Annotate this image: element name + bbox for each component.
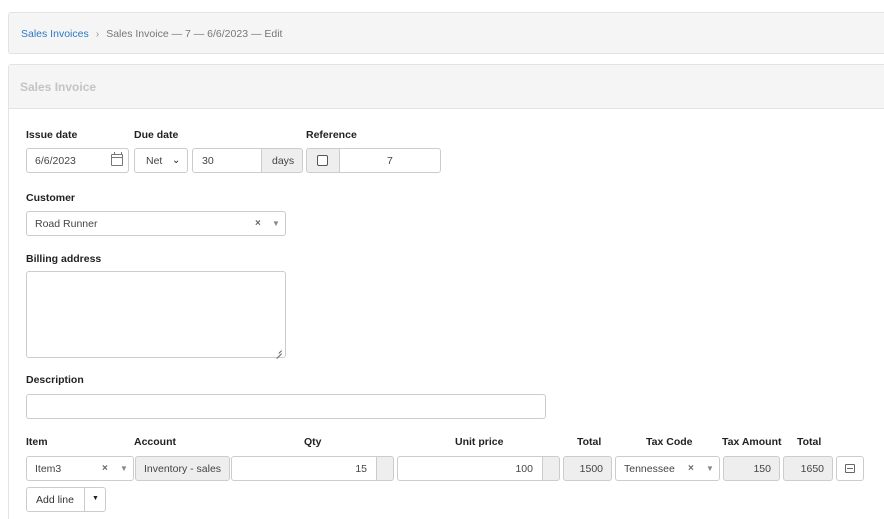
caret-down-icon: ▼ (92, 495, 99, 502)
unit-price-addon (542, 456, 560, 481)
column-header-unit-price: Unit price (455, 436, 504, 448)
breadcrumb-separator: › (95, 28, 100, 40)
add-line-label: Add line (36, 494, 74, 506)
panel-title: Sales Invoice (9, 65, 884, 109)
dropdown-arrow-icon[interactable]: ▼ (272, 219, 280, 228)
due-date-days-addon: days (261, 148, 303, 173)
issue-date-input[interactable]: 6/6/2023 (26, 148, 129, 173)
billing-address-textarea[interactable] (26, 271, 286, 358)
due-date-type-value: Net (146, 155, 163, 167)
row-details-button[interactable] (836, 456, 864, 481)
clear-icon[interactable]: × (688, 463, 694, 474)
qty-value: 15 (355, 463, 367, 475)
breadcrumb-current: Sales Invoice — 7 — 6/6/2023 — Edit (106, 28, 283, 40)
column-header-tax-code: Tax Code (646, 436, 693, 448)
calendar-icon[interactable] (111, 152, 123, 166)
due-date-label: Due date (134, 129, 179, 141)
reference-auto-checkbox[interactable] (317, 155, 328, 166)
add-line-dropdown-button[interactable]: ▼ (84, 487, 106, 512)
line-total-field: 1500 (563, 456, 612, 481)
reference-label: Reference (306, 129, 357, 141)
clear-icon[interactable]: × (102, 463, 108, 474)
tax-code-select[interactable]: Tennessee × ▼ (615, 456, 720, 481)
due-date-days-input[interactable]: 30 (192, 148, 262, 173)
tax-amount-field: 150 (723, 456, 780, 481)
column-header-grand-total: Total (797, 436, 822, 448)
dropdown-arrow-icon[interactable]: ▼ (706, 464, 714, 473)
customer-value: Road Runner (35, 218, 98, 230)
description-label: Description (26, 374, 84, 386)
reference-value: 7 (387, 155, 393, 167)
add-line-button[interactable]: Add line (26, 487, 85, 512)
qty-input[interactable]: 15 (231, 456, 377, 481)
column-header-total: Total (577, 436, 602, 448)
reference-input[interactable]: 7 (339, 148, 441, 173)
column-header-account: Account (134, 436, 176, 448)
due-date-type-select[interactable]: Net ⌄ (134, 148, 188, 173)
issue-date-value: 6/6/2023 (35, 155, 76, 167)
issue-date-label: Issue date (26, 129, 78, 141)
unit-price-value: 100 (515, 463, 533, 475)
clear-icon[interactable]: × (255, 218, 261, 229)
due-date-unit: days (272, 155, 295, 167)
column-header-qty: Qty (304, 436, 322, 448)
unit-price-input[interactable]: 100 (397, 456, 543, 481)
account-field: Inventory - sales (135, 456, 230, 481)
breadcrumb: Sales Invoices › Sales Invoice — 7 — 6/6/2… (8, 12, 884, 54)
tax-amount-value: 150 (753, 463, 771, 475)
resize-handle-icon[interactable] (275, 347, 282, 354)
column-header-tax-amount: Tax Amount (722, 436, 782, 448)
list-icon (845, 464, 855, 473)
breadcrumb-sales-invoices-link[interactable]: Sales Invoices (21, 28, 89, 40)
account-value: Inventory - sales (144, 463, 222, 475)
line-total-value: 1500 (579, 463, 603, 475)
reference-auto-addon (306, 148, 340, 173)
qty-addon (376, 456, 394, 481)
item-select[interactable]: Item3 × ▼ (26, 456, 134, 481)
grand-total-field: 1650 (783, 456, 833, 481)
grand-total-value: 1650 (800, 463, 824, 475)
customer-select[interactable]: Road Runner × ▼ (26, 211, 286, 236)
item-value: Item3 (35, 463, 62, 475)
tax-code-value: Tennessee (624, 463, 675, 475)
chevron-down-icon: ⌄ (172, 155, 181, 166)
dropdown-arrow-icon[interactable]: ▼ (120, 464, 128, 473)
billing-address-label: Billing address (26, 253, 102, 265)
customer-label: Customer (26, 192, 76, 204)
description-input[interactable] (26, 394, 546, 419)
column-header-item: Item (26, 436, 48, 448)
due-date-days-value: 30 (202, 155, 214, 167)
